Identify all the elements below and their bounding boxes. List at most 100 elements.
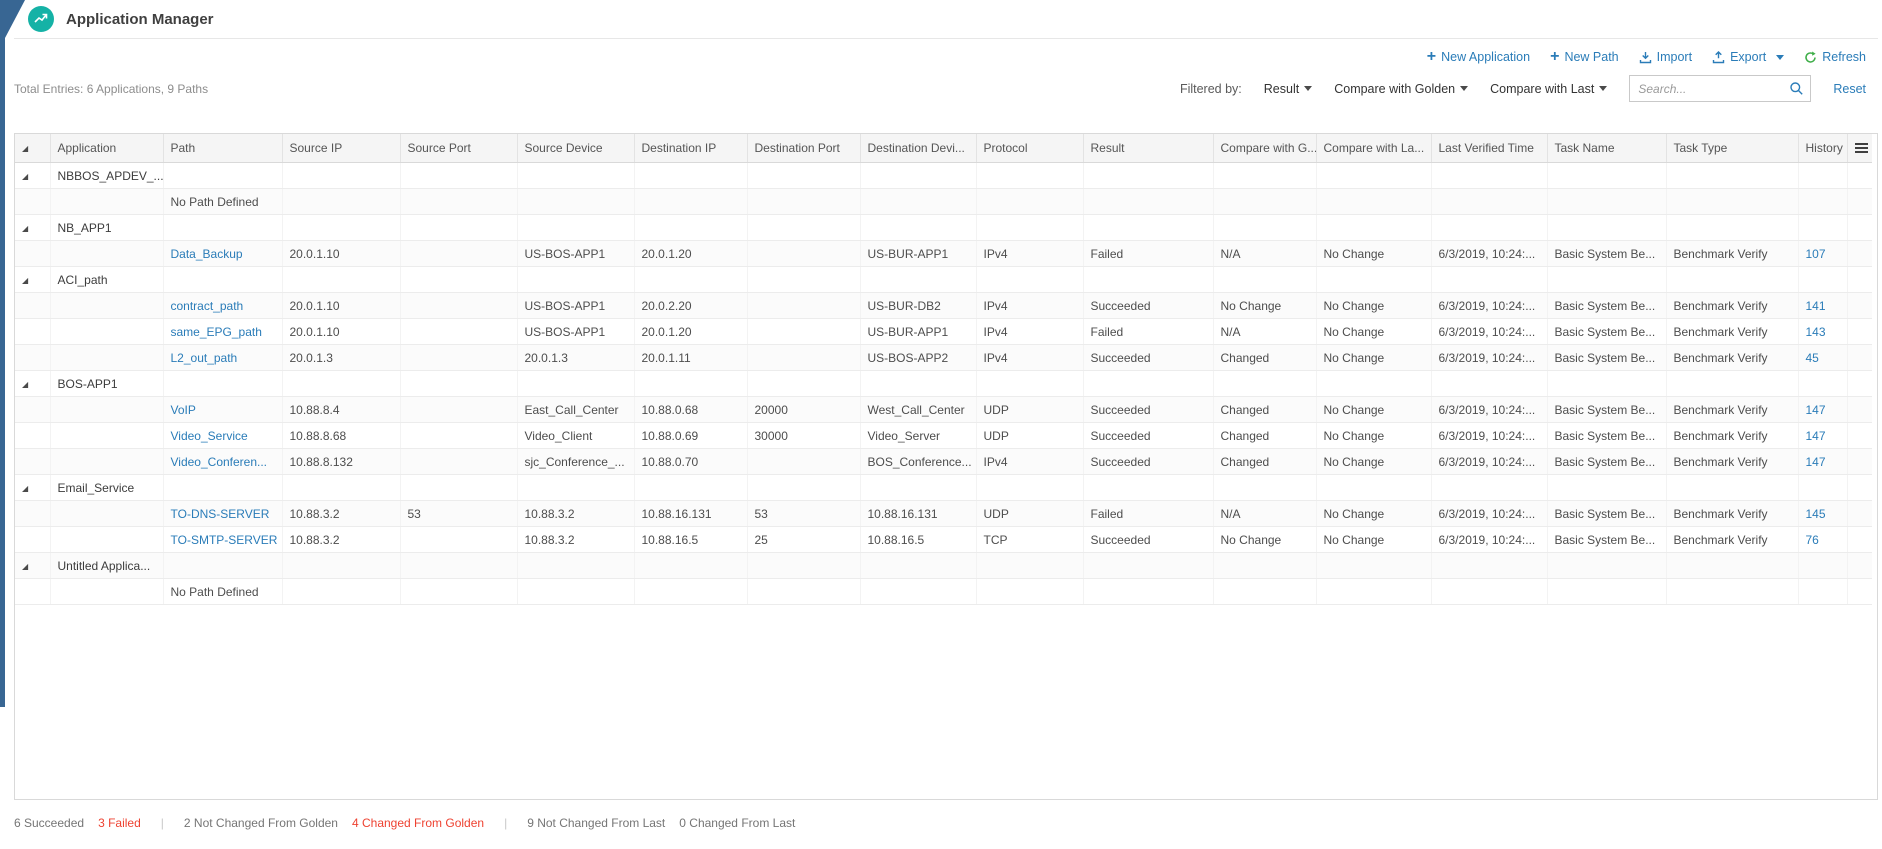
- search-input[interactable]: [1636, 81, 1789, 97]
- path-link[interactable]: contract_path: [171, 299, 244, 313]
- path-name-cell[interactable]: TO-SMTP-SERVER: [163, 527, 282, 553]
- cell-result: Succeeded: [1083, 293, 1213, 319]
- collapse-triangle-icon[interactable]: ◢: [22, 144, 28, 153]
- history-link[interactable]: 143: [1806, 325, 1826, 339]
- collapse-triangle-icon[interactable]: ◢: [22, 484, 28, 493]
- path-link[interactable]: L2_out_path: [171, 351, 238, 365]
- cell-dest_ip: 20.0.1.20: [634, 319, 747, 345]
- collapse-triangle-icon[interactable]: ◢: [22, 380, 28, 389]
- path-name-cell[interactable]: Data_Backup: [163, 241, 282, 267]
- column-header-source_device[interactable]: Source Device: [517, 134, 634, 163]
- cell-history[interactable]: 147: [1798, 423, 1847, 449]
- cell-task_type: Benchmark Verify: [1666, 241, 1798, 267]
- collapse-triangle-icon[interactable]: ◢: [22, 172, 28, 181]
- column-menu-icon[interactable]: [1855, 143, 1868, 153]
- cell-history[interactable]: 145: [1798, 501, 1847, 527]
- filter-dropdown-compare-golden[interactable]: Compare with Golden: [1334, 82, 1468, 96]
- reset-button[interactable]: Reset: [1833, 82, 1866, 96]
- collapse-triangle-icon[interactable]: ◢: [22, 276, 28, 285]
- path-name-cell[interactable]: TO-DNS-SERVER: [163, 501, 282, 527]
- collapsed-side-panel-strip[interactable]: [0, 0, 5, 707]
- path-link[interactable]: Data_Backup: [171, 247, 243, 261]
- empty-cell: [634, 215, 747, 241]
- column-header-dest_port[interactable]: Destination Port: [747, 134, 860, 163]
- column-header-task_type[interactable]: Task Type: [1666, 134, 1798, 163]
- path-link[interactable]: Video_Conferen...: [171, 455, 268, 469]
- new-application-button[interactable]: + New Application: [1427, 50, 1530, 64]
- search-box[interactable]: [1629, 75, 1811, 102]
- collapse-triangle-icon[interactable]: ◢: [22, 224, 28, 233]
- expand-cell[interactable]: ◢: [15, 163, 50, 189]
- history-link[interactable]: 141: [1806, 299, 1826, 313]
- collapse-triangle-icon[interactable]: ◢: [22, 562, 28, 571]
- column-header-source_ip[interactable]: Source IP: [282, 134, 400, 163]
- cell-protocol: IPv4: [976, 293, 1083, 319]
- collapse-all-header[interactable]: ◢: [15, 134, 50, 163]
- new-path-button[interactable]: + New Path: [1550, 50, 1619, 64]
- expand-cell: [15, 241, 50, 267]
- path-name-cell[interactable]: Video_Conferen...: [163, 449, 282, 475]
- path-name-cell[interactable]: VoIP: [163, 397, 282, 423]
- path-row: same_EPG_path20.0.1.10US-BOS-APP120.0.1.…: [15, 319, 1872, 345]
- history-link[interactable]: 107: [1806, 247, 1826, 261]
- column-header-source_port[interactable]: Source Port: [400, 134, 517, 163]
- column-header-compare_last[interactable]: Compare with La...: [1316, 134, 1431, 163]
- column-header-application[interactable]: Application: [50, 134, 163, 163]
- column-header-task_name[interactable]: Task Name: [1547, 134, 1666, 163]
- cell-history[interactable]: 147: [1798, 449, 1847, 475]
- refresh-button[interactable]: Refresh: [1804, 50, 1866, 64]
- history-link[interactable]: 145: [1806, 507, 1826, 521]
- empty-cell: [400, 475, 517, 501]
- cell-dest_device: BOS_Conference...: [860, 449, 976, 475]
- cell-last_verified: 6/3/2019, 10:24:...: [1431, 319, 1547, 345]
- history-link[interactable]: 147: [1806, 455, 1826, 469]
- cell-history[interactable]: 45: [1798, 345, 1847, 371]
- column-header-compare_golden[interactable]: Compare with G...: [1213, 134, 1316, 163]
- expand-cell[interactable]: ◢: [15, 215, 50, 241]
- cell-dest_device: US-BUR-APP1: [860, 319, 976, 345]
- import-button[interactable]: Import: [1639, 50, 1692, 64]
- history-link[interactable]: 45: [1806, 351, 1819, 365]
- column-header-last_verified[interactable]: Last Verified Time: [1431, 134, 1547, 163]
- column-header-protocol[interactable]: Protocol: [976, 134, 1083, 163]
- application-group-row: ◢Email_Service: [15, 475, 1872, 501]
- expand-cell[interactable]: ◢: [15, 553, 50, 579]
- column-header-history[interactable]: History: [1798, 134, 1847, 163]
- history-link[interactable]: 147: [1806, 403, 1826, 417]
- filter-dropdown-result[interactable]: Result: [1264, 82, 1312, 96]
- filter-dropdown-compare-last[interactable]: Compare with Last: [1490, 82, 1607, 96]
- export-button[interactable]: Export: [1712, 50, 1784, 64]
- history-link[interactable]: 147: [1806, 429, 1826, 443]
- path-link[interactable]: VoIP: [171, 403, 196, 417]
- search-icon[interactable]: [1789, 81, 1804, 96]
- path-name-cell[interactable]: Video_Service: [163, 423, 282, 449]
- column-header-result[interactable]: Result: [1083, 134, 1213, 163]
- cell-history[interactable]: 141: [1798, 293, 1847, 319]
- cell-task_name: Basic System Be...: [1547, 241, 1666, 267]
- column-header-dest_ip[interactable]: Destination IP: [634, 134, 747, 163]
- path-link[interactable]: Video_Service: [171, 429, 248, 443]
- column-header-path[interactable]: Path: [163, 134, 282, 163]
- empty-cell: [1431, 267, 1547, 293]
- empty-cell: [517, 553, 634, 579]
- path-name-cell[interactable]: L2_out_path: [163, 345, 282, 371]
- cell-history[interactable]: 107: [1798, 241, 1847, 267]
- path-name-cell[interactable]: same_EPG_path: [163, 319, 282, 345]
- path-link[interactable]: TO-DNS-SERVER: [171, 507, 270, 521]
- path-name-cell[interactable]: contract_path: [163, 293, 282, 319]
- expand-cell[interactable]: ◢: [15, 267, 50, 293]
- cell-source_device: East_Call_Center: [517, 397, 634, 423]
- expand-cell[interactable]: ◢: [15, 371, 50, 397]
- path-link[interactable]: TO-SMTP-SERVER: [171, 533, 278, 547]
- history-link[interactable]: 76: [1806, 533, 1819, 547]
- caret-down-icon: [1776, 55, 1784, 60]
- column-menu-header[interactable]: [1847, 134, 1872, 163]
- path-link[interactable]: same_EPG_path: [171, 325, 262, 339]
- cell-history[interactable]: 76: [1798, 527, 1847, 553]
- column-header-dest_device[interactable]: Destination Devi...: [860, 134, 976, 163]
- cell-history[interactable]: 147: [1798, 397, 1847, 423]
- cell-dest_ip: 10.88.16.5: [634, 527, 747, 553]
- cell-history[interactable]: 143: [1798, 319, 1847, 345]
- expand-cell[interactable]: ◢: [15, 475, 50, 501]
- empty-cell: [1213, 553, 1316, 579]
